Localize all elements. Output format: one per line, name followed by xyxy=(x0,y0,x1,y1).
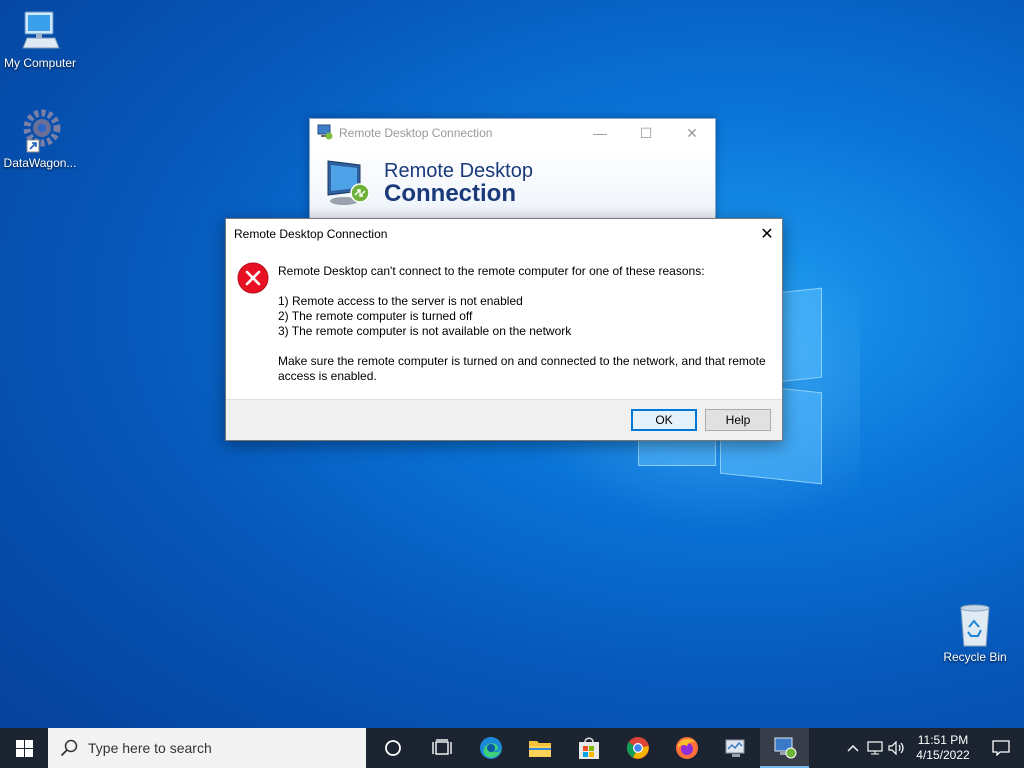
error-message-outro: Make sure the remote computer is turned … xyxy=(278,354,766,383)
cortana-icon xyxy=(384,740,401,756)
search-placeholder: Type here to search xyxy=(88,740,212,756)
error-dialog: Remote Desktop Connection ✕ Remote Deskt… xyxy=(225,218,783,441)
close-button[interactable]: ✕ xyxy=(669,119,715,147)
error-message-intro: Remote Desktop can't connect to the remo… xyxy=(278,264,705,278)
taskbar-clock[interactable]: 11:51 PM 4/15/2022 xyxy=(908,733,978,763)
close-icon[interactable]: ✕ xyxy=(752,219,782,249)
recycle-bin-icon xyxy=(960,604,990,647)
network-button[interactable] xyxy=(864,728,886,768)
rdc-banner: Remote Desktop Connection xyxy=(310,147,715,219)
gear-icon xyxy=(23,109,61,153)
desktop-icon-label: My Computer xyxy=(3,56,77,70)
rdc-window-title: Remote Desktop Connection xyxy=(339,126,493,140)
taskbar-search-box[interactable]: Type here to search xyxy=(48,728,366,768)
action-center-button[interactable] xyxy=(978,728,1024,768)
taskbar-file-explorer[interactable] xyxy=(515,728,564,768)
show-hidden-icons-button[interactable] xyxy=(842,728,864,768)
error-reason-item: 1) Remote access to the server is not en… xyxy=(278,294,523,308)
server-manager-icon xyxy=(725,739,744,757)
taskbar-remote-desktop[interactable] xyxy=(760,728,809,768)
desktop-icon-label: Recycle Bin xyxy=(943,650,1007,664)
error-dialog-footer: OK Help xyxy=(226,399,782,440)
desktop-icon-datawagon[interactable]: DataWagon... xyxy=(0,106,80,170)
remote-desktop-icon xyxy=(774,737,796,759)
help-button[interactable]: Help xyxy=(705,409,771,431)
taskbar-server-manager[interactable] xyxy=(711,728,760,768)
ok-button[interactable]: OK xyxy=(631,409,697,431)
remote-desktop-logo-icon xyxy=(324,157,374,210)
speaker-icon xyxy=(888,741,904,755)
chevron-up-icon xyxy=(847,745,859,752)
chrome-icon xyxy=(626,737,649,759)
rdc-window-titlebar: Remote Desktop Connection — ☐ ✕ xyxy=(310,119,715,147)
cortana-button[interactable] xyxy=(368,728,417,768)
minimize-button[interactable]: — xyxy=(577,119,623,147)
taskbar-firefox[interactable] xyxy=(662,728,711,768)
firefox-icon xyxy=(675,737,698,759)
store-bag-icon xyxy=(578,737,599,759)
notification-icon xyxy=(992,740,1010,756)
rdc-banner-title-line1: Remote Desktop xyxy=(384,160,533,182)
desktop-icon-label: DataWagon... xyxy=(3,156,77,170)
system-tray: 11:51 PM 4/15/2022 xyxy=(842,728,1024,768)
computer-icon xyxy=(22,11,60,49)
edge-icon xyxy=(479,737,502,759)
error-reason-item: 2) The remote computer is turned off xyxy=(278,309,473,323)
taskbar: Type here to search 11:51 PM 4/15/2022 xyxy=(0,728,1024,768)
desktop-icon-recycle-bin[interactable]: Recycle Bin xyxy=(935,602,1015,664)
windows-icon xyxy=(15,739,33,757)
clock-date: 4/15/2022 xyxy=(916,748,970,762)
rdc-main-window: Remote Desktop Connection — ☐ ✕ Remote D… xyxy=(309,118,716,220)
search-icon xyxy=(60,739,78,757)
volume-button[interactable] xyxy=(886,728,908,768)
error-dialog-body: Remote Desktop can't connect to the remo… xyxy=(226,249,782,399)
taskbar-chrome[interactable] xyxy=(613,728,662,768)
rdc-banner-title-line2: Connection xyxy=(384,180,516,207)
start-button[interactable] xyxy=(0,728,48,768)
error-reason-item: 3) The remote computer is not available … xyxy=(278,324,572,338)
clock-time: 11:51 PM xyxy=(917,733,969,747)
error-icon xyxy=(237,262,269,297)
taskbar-edge[interactable] xyxy=(466,728,515,768)
error-dialog-titlebar: Remote Desktop Connection ✕ xyxy=(226,219,782,249)
network-icon xyxy=(867,741,883,755)
taskbar-store[interactable] xyxy=(564,728,613,768)
desktop-icon-my-computer[interactable]: My Computer xyxy=(0,8,80,70)
task-view-icon xyxy=(431,739,452,755)
remote-desktop-icon xyxy=(317,124,333,143)
error-dialog-title: Remote Desktop Connection xyxy=(234,227,388,241)
error-message: Remote Desktop can't connect to the remo… xyxy=(278,264,770,384)
task-view-button[interactable] xyxy=(417,728,466,768)
maximize-button[interactable]: ☐ xyxy=(623,119,669,147)
folder-icon xyxy=(528,741,551,757)
